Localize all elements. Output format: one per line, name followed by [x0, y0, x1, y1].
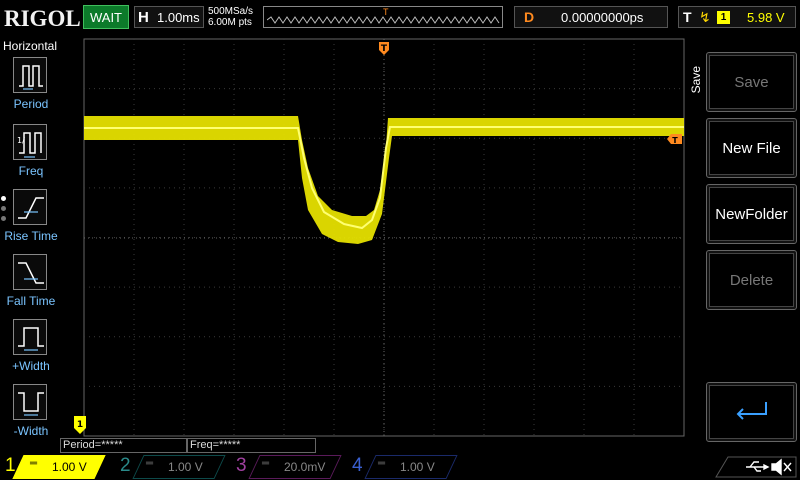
channel-1-indicator[interactable]: 1 ═ 1.00 V: [0, 455, 110, 479]
delay-label: D: [524, 9, 535, 25]
timebase-label: H: [138, 9, 149, 26]
channel-4-indicator[interactable]: 4 ═ 1.00 V: [348, 455, 458, 479]
measure-period-button[interactable]: Period: [0, 57, 62, 119]
enter-icon: [736, 402, 767, 420]
period-icon: [13, 57, 47, 93]
trigger-position-marker[interactable]: T: [379, 42, 389, 55]
enter-button[interactable]: [706, 382, 797, 442]
frequency-measurement[interactable]: Freq=*****: [187, 438, 316, 453]
fall-time-icon: [13, 254, 47, 290]
rise-time-label: Rise Time: [4, 229, 58, 243]
dc-coupling-icon: ═: [146, 458, 154, 469]
status-icons: [706, 455, 798, 479]
delay-indicator[interactable]: D 0.00000000ps: [514, 6, 668, 28]
channel-1-number: 1: [5, 455, 16, 476]
channel-status-bar: 1 ═ 1.00 V 2 ═ 1.00 V 3 ═ 20.0mV 4 ═ 1.0…: [0, 453, 800, 480]
trigger-source-badge: 1: [717, 11, 730, 24]
delete-button-label: Delete: [709, 253, 794, 307]
svg-text:T: T: [672, 136, 678, 145]
sample-rate: 500MSa/s: [208, 6, 254, 17]
period-measurement[interactable]: Period=*****: [60, 438, 187, 453]
frequency-icon: 1/: [13, 124, 47, 160]
fall-time-label: Fall Time: [6, 294, 56, 308]
dc-coupling-icon: ═: [262, 458, 270, 469]
brand-logo: RIGOL: [4, 6, 81, 31]
dc-coupling-icon: ═: [378, 458, 386, 469]
svg-text:1: 1: [77, 420, 83, 430]
new-file-button[interactable]: New File: [706, 118, 797, 178]
timebase-indicator[interactable]: H 1.00ms: [134, 6, 204, 28]
save-button-label: Save: [709, 55, 794, 109]
channel-3-indicator[interactable]: 3 ═ 20.0mV: [232, 455, 342, 479]
channel-2-number: 2: [120, 455, 131, 476]
channel-4-number: 4: [352, 455, 363, 476]
period-label: Period: [13, 97, 49, 111]
rise-time-icon: [13, 189, 47, 225]
svg-text:1/: 1/: [17, 136, 25, 145]
measure-frequency-button[interactable]: 1/ Freq: [0, 124, 62, 186]
waveform-display[interactable]: T T 1: [62, 38, 686, 438]
measure-rise-time-button[interactable]: Rise Time: [0, 189, 62, 251]
trigger-level: 5.98 V: [747, 10, 785, 25]
freq-label: Freq: [18, 164, 44, 178]
speaker-muted-icon: [771, 458, 792, 476]
dc-coupling-icon: ═: [30, 458, 38, 469]
measure-negative-width-button[interactable]: -Width: [0, 384, 62, 446]
new-folder-button-label: NewFolder: [709, 187, 794, 241]
positive-width-icon: [13, 319, 47, 355]
delete-button[interactable]: Delete: [706, 250, 797, 310]
new-file-button-label: New File: [709, 121, 794, 175]
usb-icon: [746, 461, 770, 472]
measure-fall-time-button[interactable]: Fall Time: [0, 254, 62, 316]
channel-2-indicator[interactable]: 2 ═ 1.00 V: [116, 455, 226, 479]
save-softkey-menu: Save Save New File NewFolder Delete: [686, 38, 800, 442]
horizontal-measure-menu: Horizontal Period 1/ Freq Rise Time Fall…: [0, 38, 62, 438]
negative-width-icon: [13, 384, 47, 420]
memory-wave-icon: [267, 16, 500, 24]
channel-3-number: 3: [236, 455, 247, 476]
channel-2-scale: 1.00 V: [168, 460, 203, 474]
measure-positive-width-button[interactable]: +Width: [0, 319, 62, 381]
trigger-label: T: [683, 9, 692, 25]
positive-width-label: +Width: [12, 359, 50, 373]
top-status-bar: RIGOL WAIT H 1.00ms 500MSa/s 6.00M pts T…: [0, 0, 800, 38]
left-menu-title: Horizontal: [3, 39, 58, 53]
new-folder-button[interactable]: NewFolder: [706, 184, 797, 244]
run-status-badge[interactable]: WAIT: [83, 5, 129, 29]
channel-4-scale: 1.00 V: [400, 460, 435, 474]
channel-3-scale: 20.0mV: [284, 460, 326, 474]
waveform-grid: T T 1: [74, 38, 685, 437]
channel-1-scale: 1.00 V: [52, 460, 87, 474]
rising-edge-icon: ↯: [699, 9, 711, 25]
negative-width-label: -Width: [13, 424, 49, 438]
memory-overview-bar: T: [263, 6, 503, 28]
trigger-indicator[interactable]: T ↯ 1 5.98 V: [678, 6, 796, 28]
svg-text:T: T: [381, 44, 388, 54]
save-button[interactable]: Save: [706, 52, 797, 112]
right-menu-title: Save: [689, 66, 703, 94]
timebase-value: 1.00ms: [157, 10, 200, 25]
delay-value: 0.00000000ps: [561, 10, 644, 25]
memory-depth: 6.00M pts: [208, 17, 252, 28]
